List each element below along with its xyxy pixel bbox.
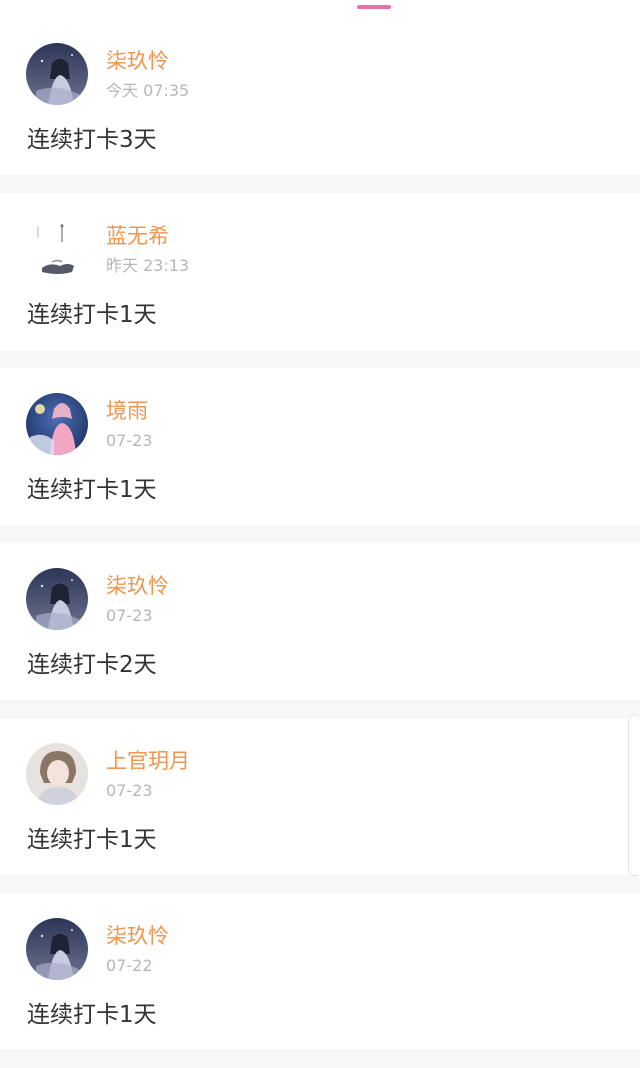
feed-post[interactable]: 境雨 07-23 连续打卡1天: [0, 368, 640, 525]
post-time: 07-22: [106, 956, 153, 975]
checkin-text: 连续打卡1天: [27, 477, 157, 503]
username[interactable]: 上官玥月: [106, 748, 190, 774]
checkin-feed-page: 柒玖怜 今天 07:35 连续打卡3天 蓝无希 昨天 23:13 连续打卡1天: [0, 0, 640, 1068]
feed-post[interactable]: 柒玖怜 07-22 连续打卡1天: [0, 893, 640, 1050]
feed-post[interactable]: 柒玖怜 07-23 连续打卡2天: [0, 543, 640, 700]
post-time: 今天 07:35: [106, 81, 190, 100]
checkin-text: 连续打卡1天: [27, 302, 157, 328]
post-time: 07-23: [106, 431, 153, 450]
feed-post[interactable]: 蓝无希 昨天 23:13 连续打卡1天: [0, 193, 640, 350]
scrollbar-handle[interactable]: [628, 714, 638, 876]
post-time: 07-23: [106, 781, 153, 800]
post-time: 07-23: [106, 606, 153, 625]
active-tab-indicator: [357, 5, 391, 9]
checkin-text: 连续打卡1天: [27, 1002, 157, 1028]
feed-post[interactable]: 柒玖怜 今天 07:35 连续打卡3天: [0, 18, 640, 175]
avatar[interactable]: [26, 393, 88, 455]
sketch-avatar-icon: [26, 218, 88, 280]
portrait-avatar-icon: [26, 743, 88, 805]
username[interactable]: 柒玖怜: [106, 923, 169, 949]
avatar[interactable]: [26, 568, 88, 630]
username[interactable]: 柒玖怜: [106, 573, 169, 599]
username[interactable]: 境雨: [106, 398, 148, 424]
avatar[interactable]: [26, 918, 88, 980]
moon-girl-avatar-icon: [26, 568, 88, 630]
post-time: 昨天 23:13: [106, 256, 190, 275]
top-tab-strip: [0, 0, 640, 18]
checkin-text: 连续打卡3天: [27, 127, 157, 153]
username[interactable]: 柒玖怜: [106, 48, 169, 74]
avatar[interactable]: [26, 743, 88, 805]
checkin-text: 连续打卡1天: [27, 827, 157, 853]
avatar[interactable]: [26, 43, 88, 105]
moon-girl-avatar-icon: [26, 918, 88, 980]
checkin-feed-list: 柒玖怜 今天 07:35 连续打卡3天 蓝无希 昨天 23:13 连续打卡1天: [0, 18, 640, 1068]
username[interactable]: 蓝无希: [106, 223, 169, 249]
checkin-text: 连续打卡2天: [27, 652, 157, 678]
feed-post[interactable]: 上官玥月 07-23 连续打卡1天: [0, 718, 640, 875]
avatar[interactable]: [26, 218, 88, 280]
pink-princess-avatar-icon: [26, 393, 88, 455]
moon-girl-avatar-icon: [26, 43, 88, 105]
